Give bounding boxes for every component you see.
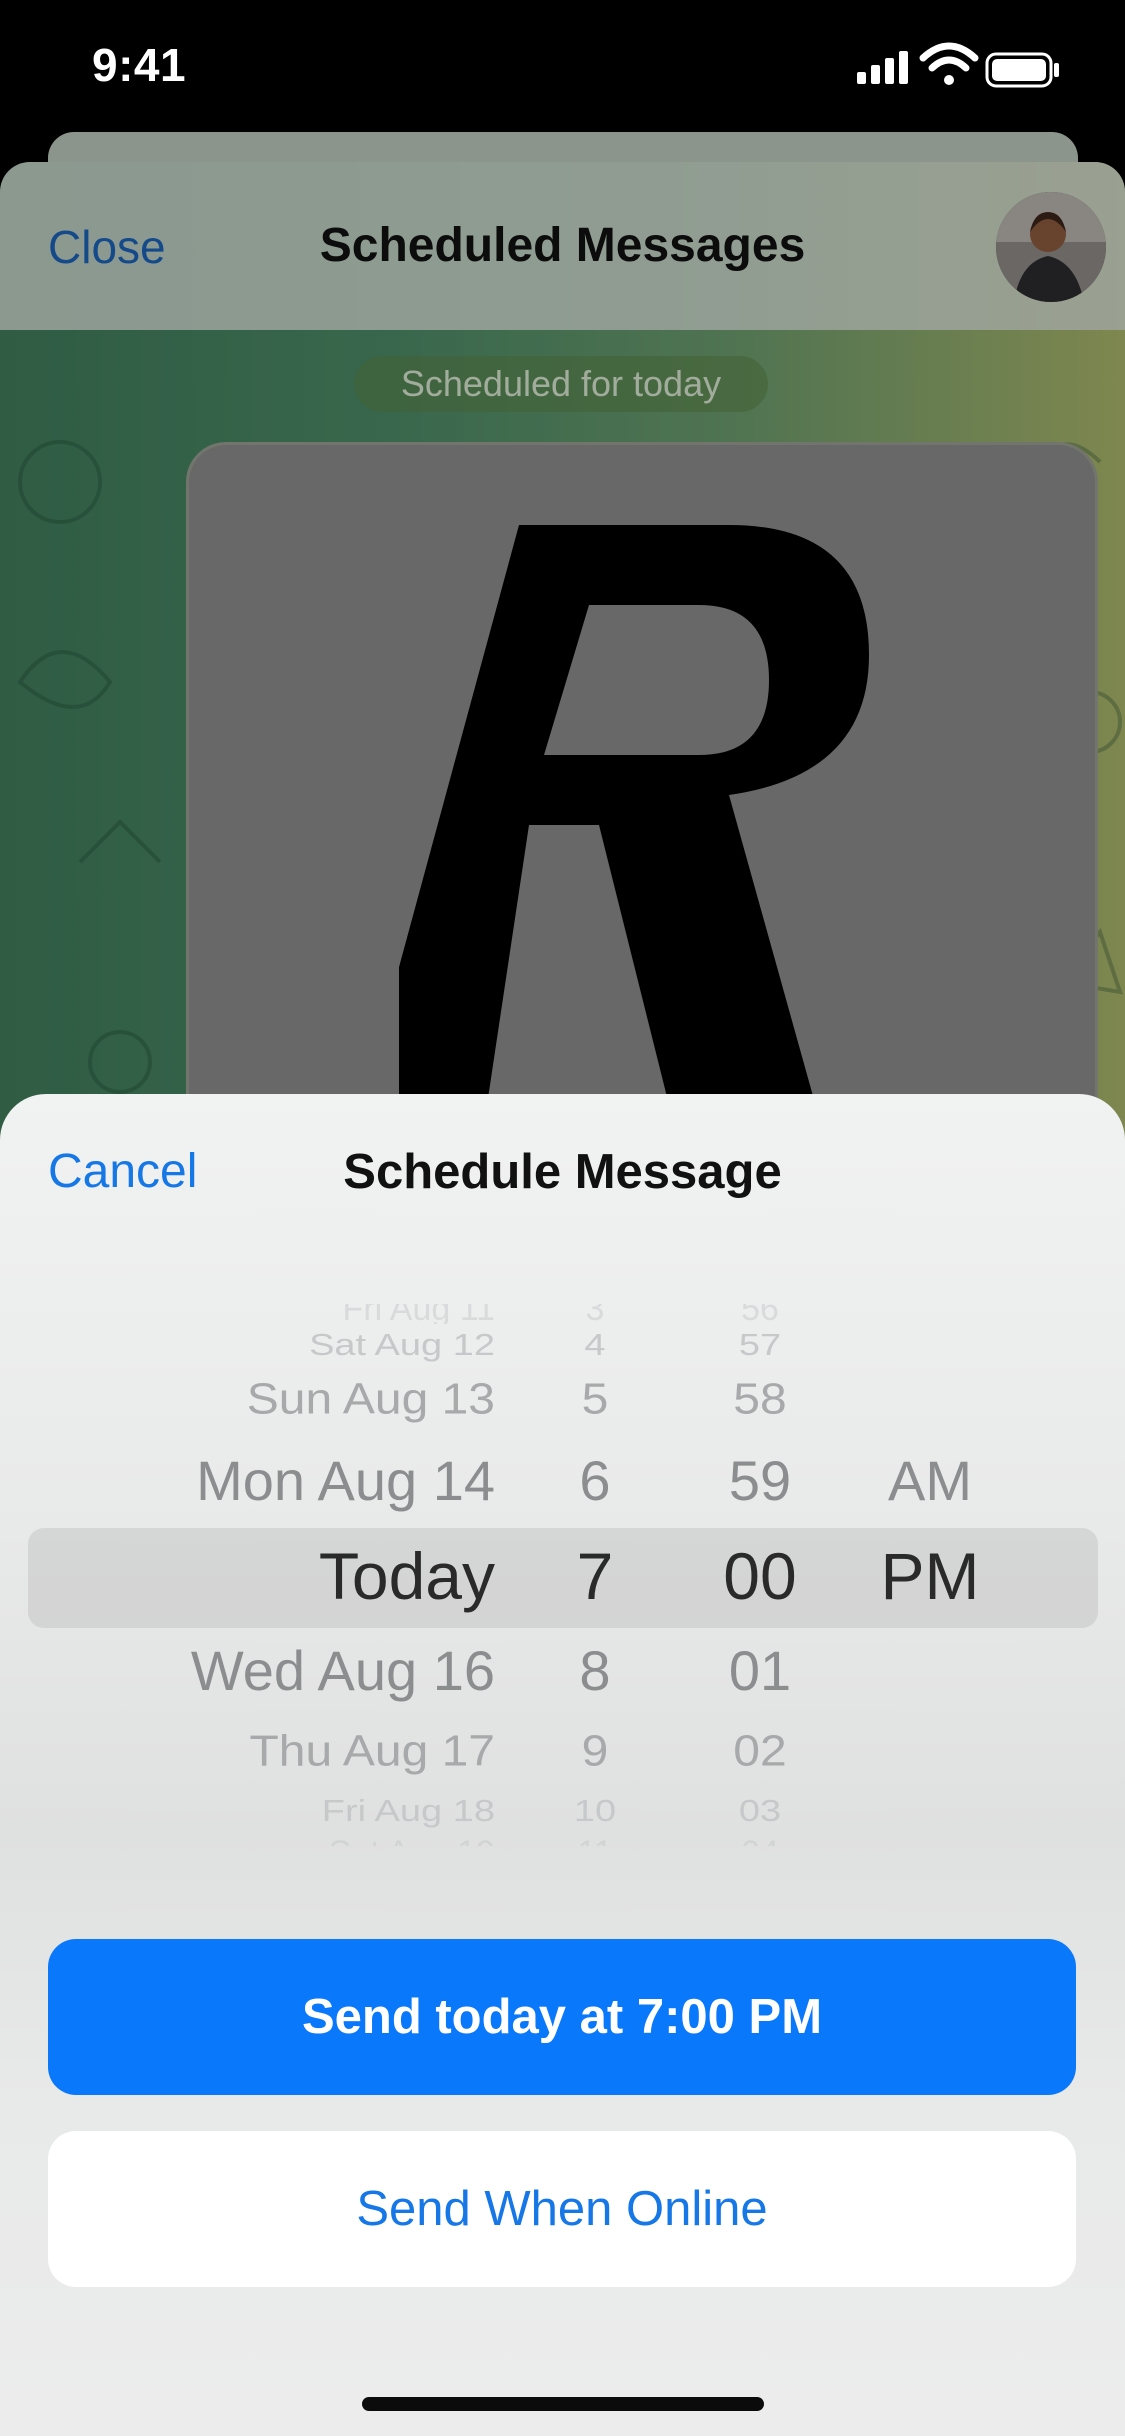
picker-row[interactable]: Sat Aug 19 11 04 xyxy=(0,1834,1125,1846)
status-bar: 9:41 xyxy=(0,0,1125,140)
schedule-message-sheet: Cancel Schedule Message Fri Aug 11 3 56 … xyxy=(0,1094,1125,2436)
picker-day-selected: Today xyxy=(318,1539,495,1613)
picker-hour: 11 xyxy=(540,1834,650,1846)
picker-day: Fri Aug 11 xyxy=(342,1304,495,1324)
picker-day: Sat Aug 12 xyxy=(309,1328,495,1362)
send-when-online-button[interactable]: Send When Online xyxy=(48,2131,1076,2287)
picker-hour: 5 xyxy=(581,1375,609,1424)
picker-day: Sun Aug 13 xyxy=(246,1375,495,1424)
picker-minute: 03 xyxy=(738,1794,782,1828)
status-icons xyxy=(857,42,1059,88)
picker-hour: 8 xyxy=(579,1639,611,1702)
picker-day: Mon Aug 14 xyxy=(196,1449,495,1512)
date-time-picker[interactable]: Fri Aug 11 3 56 Sat Aug 12 4 57 Sun Aug … xyxy=(0,1304,1125,1846)
picker-hour-selected: 7 xyxy=(576,1539,614,1613)
picker-day: Sat Aug 19 xyxy=(329,1834,495,1846)
picker-row[interactable]: Thu Aug 17 9 02 xyxy=(0,1727,1125,1781)
picker-minute: 02 xyxy=(733,1727,787,1776)
picker-row-selected[interactable]: Today 7 00 PM xyxy=(0,1538,1125,1618)
picker-hour: 3 xyxy=(585,1304,605,1324)
picker-minute: 59 xyxy=(728,1449,792,1512)
picker-row[interactable]: Wed Aug 16 8 01 xyxy=(0,1638,1125,1704)
wifi-icon xyxy=(919,42,979,85)
status-time: 9:41 xyxy=(92,39,187,91)
sheet-title: Schedule Message xyxy=(343,1145,782,1199)
battery-icon xyxy=(985,52,1059,88)
picker-day: Fri Aug 18 xyxy=(321,1794,495,1828)
picker-minute: 04 xyxy=(700,1834,820,1846)
picker-day: Wed Aug 16 xyxy=(190,1639,495,1702)
picker-row[interactable]: Sun Aug 13 5 58 xyxy=(0,1375,1125,1429)
picker-minute: 57 xyxy=(738,1328,782,1362)
picker-hour: 6 xyxy=(579,1449,611,1512)
picker-row[interactable]: Mon Aug 14 6 59 AM xyxy=(0,1448,1125,1514)
picker-hour: 4 xyxy=(584,1328,606,1362)
picker-ampm: AM xyxy=(888,1449,972,1512)
picker-row[interactable]: Fri Aug 11 3 56 xyxy=(0,1304,1125,1324)
send-scheduled-button[interactable]: Send today at 7:00 PM xyxy=(48,1939,1076,2095)
picker-minute: 01 xyxy=(728,1639,792,1702)
picker-minute: 58 xyxy=(733,1375,787,1424)
picker-ampm-selected: PM xyxy=(880,1539,980,1613)
picker-hour: 10 xyxy=(573,1794,617,1828)
home-indicator[interactable] xyxy=(362,2397,764,2411)
picker-hour: 9 xyxy=(581,1727,609,1776)
picker-day: Thu Aug 17 xyxy=(249,1727,495,1776)
picker-minute: 56 xyxy=(741,1304,779,1324)
picker-row[interactable]: Fri Aug 18 10 03 xyxy=(0,1794,1125,1829)
picker-row[interactable]: Sat Aug 12 4 57 xyxy=(0,1328,1125,1363)
picker-minute-selected: 00 xyxy=(723,1539,797,1613)
signal-icon xyxy=(857,51,908,84)
